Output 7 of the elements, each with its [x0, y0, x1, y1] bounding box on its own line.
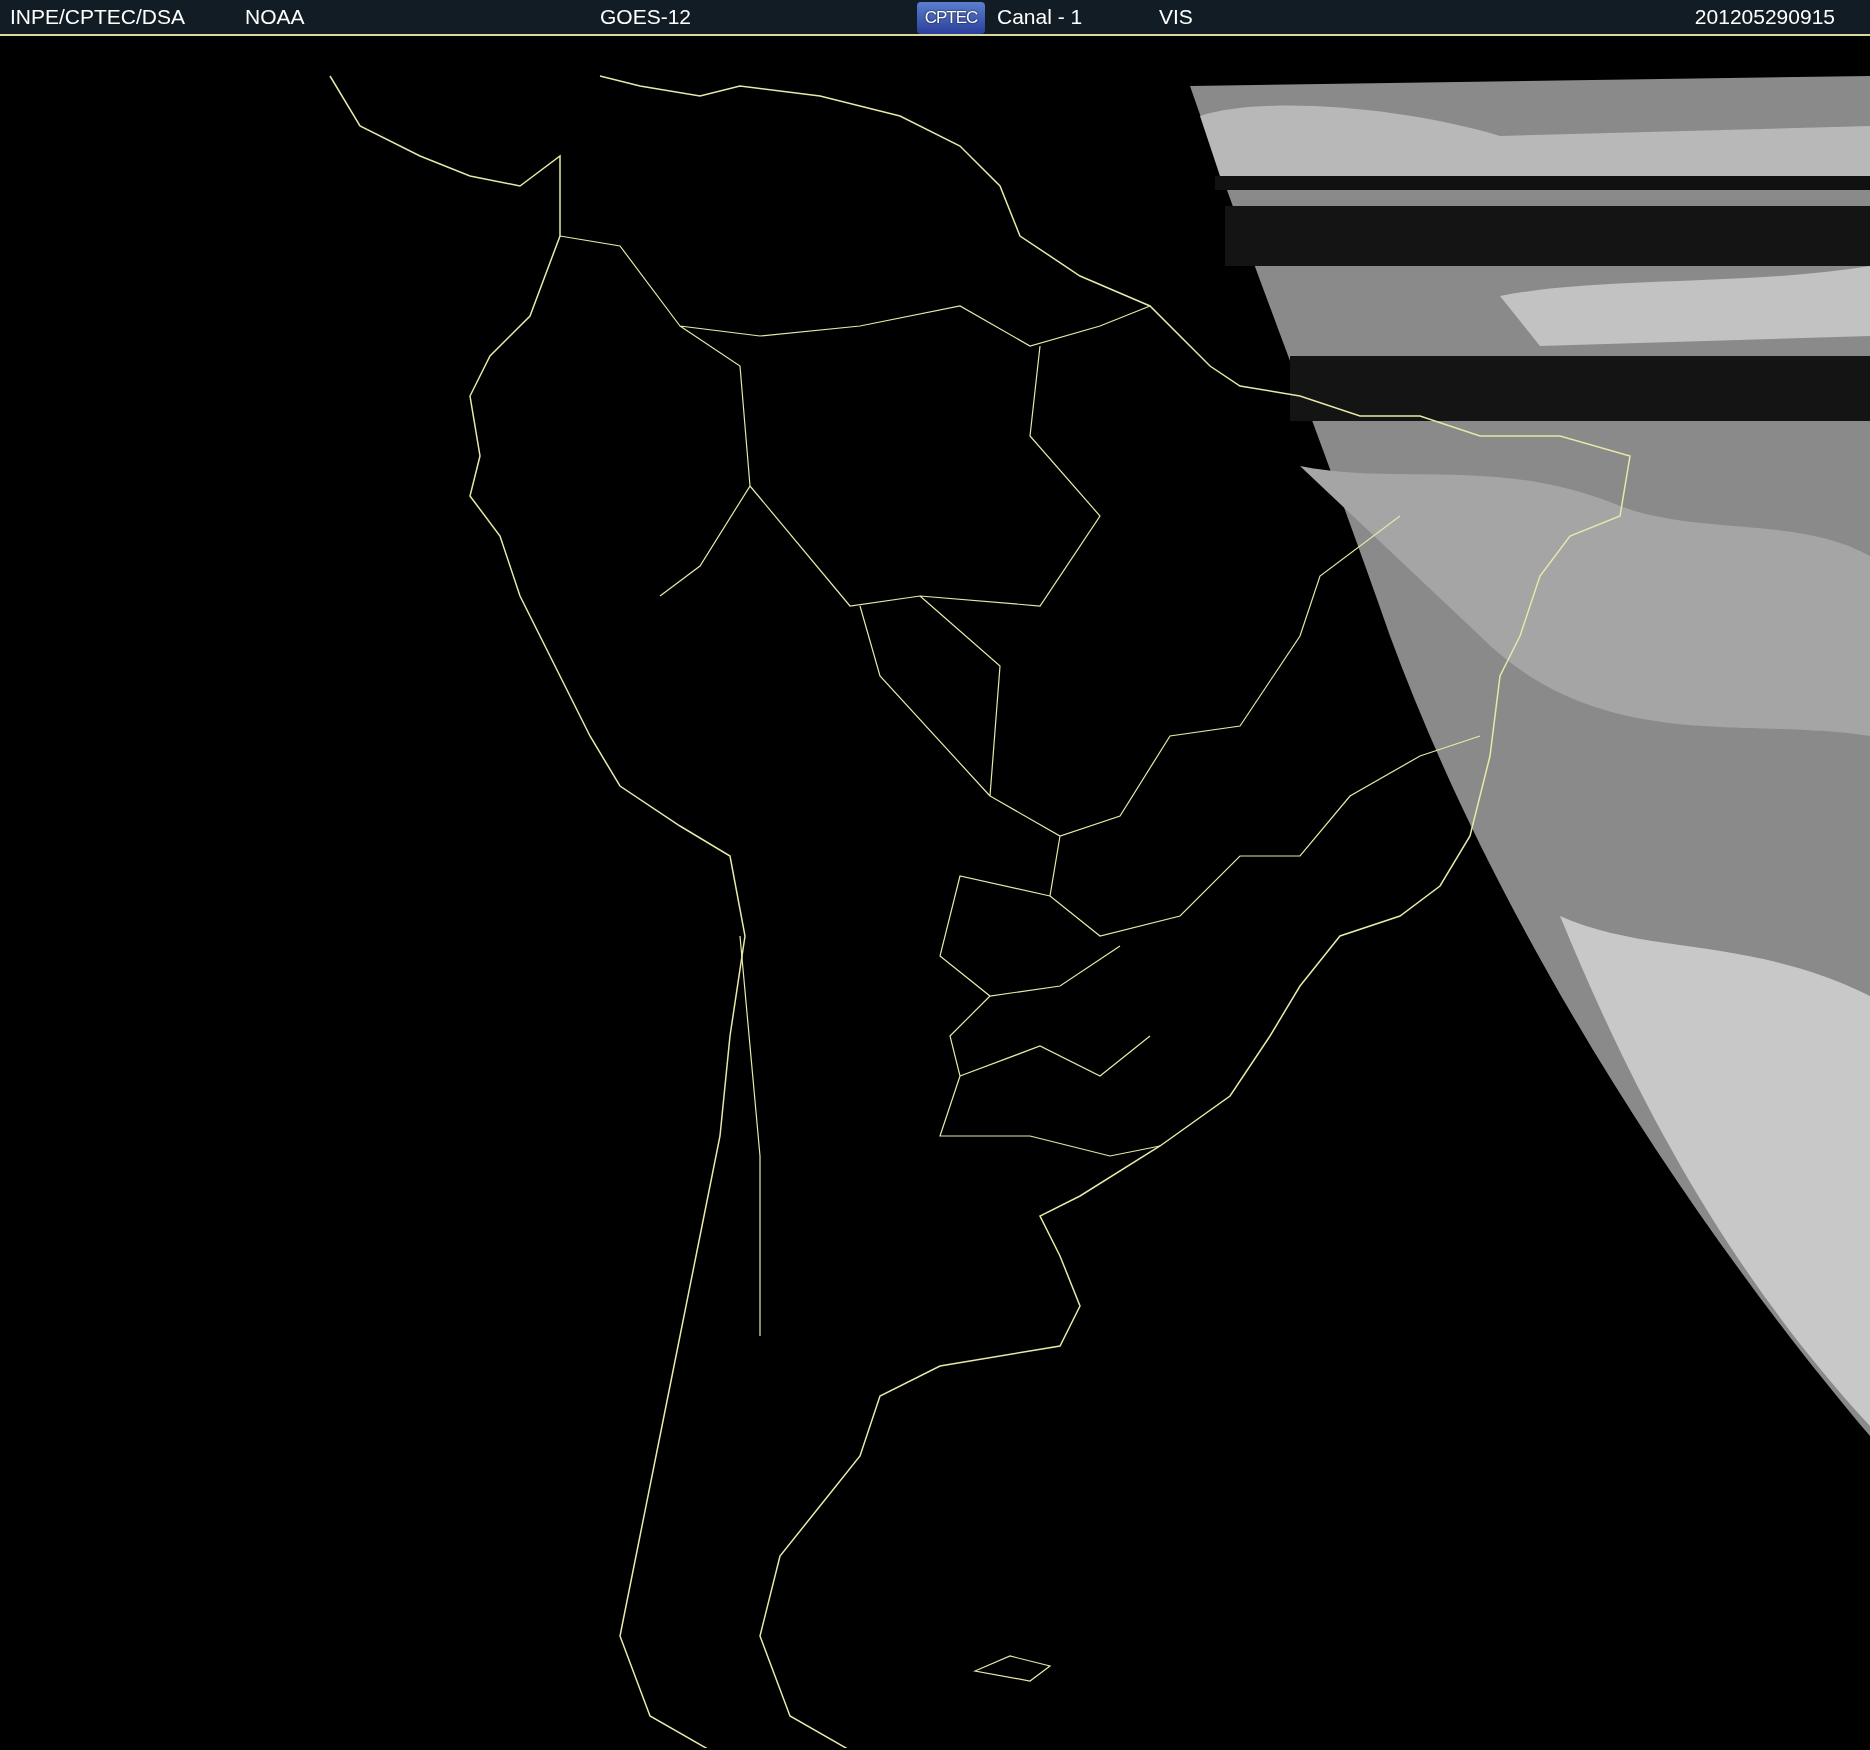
source-label: INPE/CPTEC/DSA — [10, 4, 187, 31]
timestamp-label: 201205290915 — [1693, 4, 1836, 31]
agency-label: NOAA — [245, 4, 306, 31]
satellite-label: GOES-12 — [600, 4, 693, 31]
channel-label: Canal - 1 — [997, 4, 1084, 31]
logo: CPTEC — [917, 2, 985, 34]
band-label: VIS — [1159, 4, 1194, 31]
